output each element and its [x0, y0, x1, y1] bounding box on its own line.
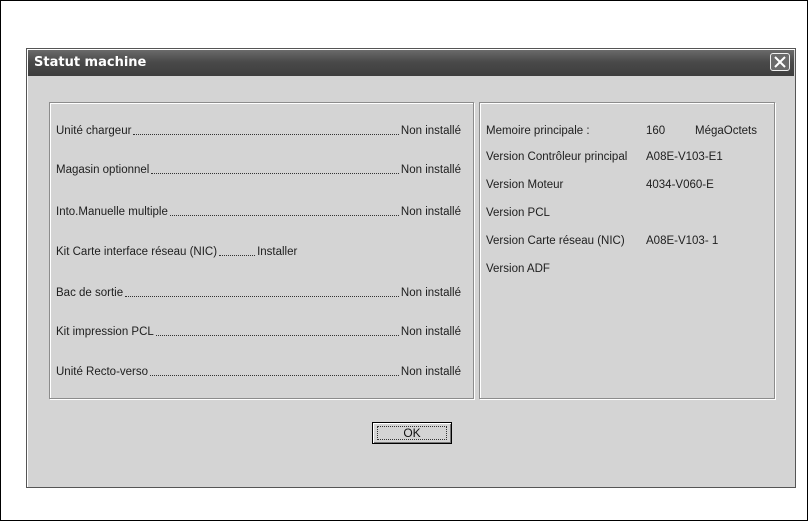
- option-label: Into.Manuelle multiple: [56, 206, 168, 218]
- option-row: Magasin optionnel Non installé: [56, 162, 461, 178]
- dotted-leader: [219, 254, 256, 256]
- version-label: Version PCL: [486, 207, 550, 219]
- dotted-leader: [125, 295, 399, 297]
- dotted-leader: [150, 374, 399, 376]
- version-value: 4034-V060-E: [646, 179, 714, 191]
- option-value: Non installé: [400, 287, 461, 299]
- version-row: Version Contrôleur principal A08E-V103-E…: [486, 151, 771, 167]
- option-row: Kit impression PCL Non installé: [56, 324, 461, 340]
- dotted-leader: [151, 172, 399, 174]
- dotted-leader: [169, 214, 399, 216]
- version-value: A08E-V103- 1: [646, 235, 719, 247]
- version-label: Version ADF: [486, 263, 550, 275]
- title-bar[interactable]: Statut machine: [28, 50, 794, 76]
- machine-status-dialog: Statut machine Unité chargeur Non instal…: [26, 48, 796, 488]
- options-panel: Unité chargeur Non installé Magasin opti…: [49, 102, 474, 399]
- option-value: Non installé: [400, 164, 461, 176]
- version-label: Version Moteur: [486, 179, 564, 191]
- version-label: Version Carte réseau (NIC): [486, 235, 625, 247]
- version-label: Version Contrôleur principal: [486, 151, 628, 163]
- option-label: Unité Recto-verso: [56, 366, 149, 378]
- option-row: Unité Recto-verso Non installé: [56, 364, 461, 380]
- option-label: Unité chargeur: [56, 125, 132, 137]
- version-row: Version Moteur 4034-V060-E: [486, 179, 771, 195]
- option-value: Non installé: [400, 326, 461, 338]
- option-label: Bac de sortie: [56, 287, 124, 299]
- option-row: Into.Manuelle multiple Non installé: [56, 204, 461, 220]
- memory-value: 160: [646, 125, 666, 137]
- option-row: Unité chargeur Non installé: [56, 123, 461, 139]
- close-button[interactable]: [770, 53, 790, 71]
- option-row: Kit Carte interface réseau (NIC) Install…: [56, 244, 461, 260]
- option-row: Bac de sortie Non installé: [56, 285, 461, 301]
- version-value: A08E-V103-E1: [646, 151, 723, 163]
- option-label: Magasin optionnel: [56, 164, 150, 176]
- option-value: Installer: [257, 246, 298, 258]
- option-value: Non installé: [400, 206, 461, 218]
- memory-label: Memoire principale :: [486, 125, 590, 137]
- info-panel: Memoire principale : 160 MégaOctets Vers…: [479, 102, 775, 399]
- dotted-leader: [155, 334, 399, 336]
- option-label: Kit impression PCL: [56, 326, 154, 338]
- option-label: Kit Carte interface réseau (NIC): [56, 246, 218, 258]
- ok-button-label: OK: [377, 426, 447, 440]
- dotted-leader: [133, 133, 399, 135]
- ok-button[interactable]: OK: [372, 422, 452, 444]
- option-value: Non installé: [400, 125, 461, 137]
- memory-unit: MégaOctets: [695, 125, 757, 137]
- option-value: Non installé: [400, 366, 461, 378]
- version-row: Version PCL: [486, 207, 771, 223]
- version-row: Version ADF: [486, 263, 771, 279]
- memory-row: Memoire principale : 160 MégaOctets: [486, 125, 771, 141]
- version-row: Version Carte réseau (NIC) A08E-V103- 1: [486, 235, 771, 251]
- dialog-title: Statut machine: [34, 55, 147, 70]
- close-icon: [774, 56, 786, 68]
